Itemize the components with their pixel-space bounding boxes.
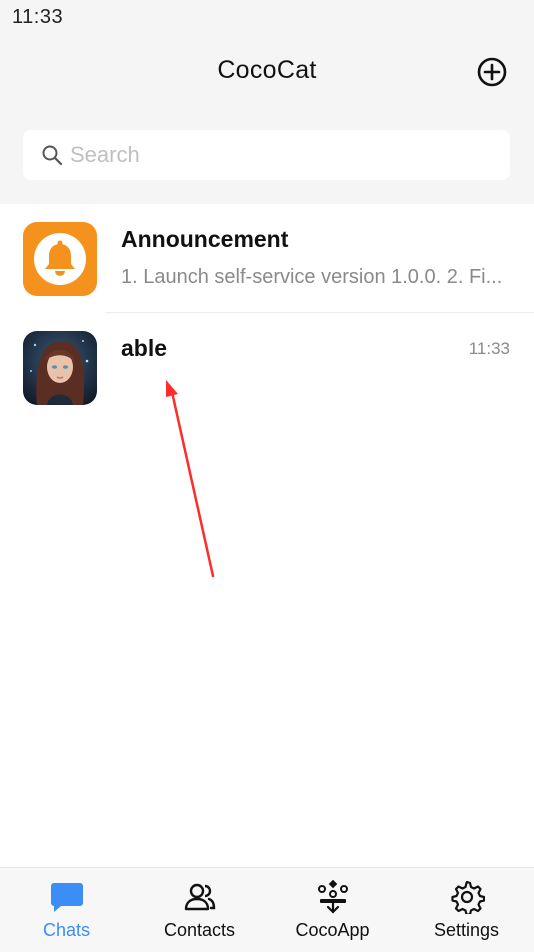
tab-label: Chats xyxy=(42,920,91,940)
contacts-icon xyxy=(184,883,215,911)
tab-chats[interactable]: Chats xyxy=(0,868,133,952)
chat-time: 11:33 xyxy=(468,339,510,358)
tab-label: Contacts xyxy=(163,920,236,940)
tab-cocoapp[interactable]: CocoApp xyxy=(266,868,399,952)
search-input[interactable] xyxy=(70,130,490,180)
status-bar: 11:33 xyxy=(0,0,534,36)
chat-item-announcement[interactable]: Announcement 1. Launch self-service vers… xyxy=(0,204,534,313)
announcement-avatar xyxy=(23,222,97,296)
header: CocoCat xyxy=(0,36,534,204)
chat-name: Announcement xyxy=(121,226,289,252)
add-button[interactable] xyxy=(476,56,508,88)
chat-preview: 1. Launch self-service version 1.0.0. 2.… xyxy=(121,266,503,288)
chat-bubble-icon xyxy=(50,883,83,912)
page-title: CocoCat xyxy=(217,56,317,84)
tab-settings[interactable]: Settings xyxy=(400,868,533,952)
tab-bar: Chats Contacts CocoApp Settings xyxy=(0,867,534,952)
plus-circle-icon xyxy=(477,57,507,87)
chat-item-able[interactable]: able 11:33 xyxy=(0,313,534,422)
search-box[interactable] xyxy=(23,130,510,180)
tab-contacts[interactable]: Contacts xyxy=(133,868,266,952)
status-time: 11:33 xyxy=(12,6,64,28)
gear-icon xyxy=(450,880,485,914)
cocoapp-icon xyxy=(317,880,348,914)
chat-name: able xyxy=(121,335,168,361)
bell-icon xyxy=(34,233,86,285)
tab-label: CocoApp xyxy=(295,920,370,940)
tab-label: Settings xyxy=(433,920,500,940)
search-icon xyxy=(42,145,63,166)
avatar xyxy=(23,331,97,405)
user-portrait-image xyxy=(23,331,97,405)
